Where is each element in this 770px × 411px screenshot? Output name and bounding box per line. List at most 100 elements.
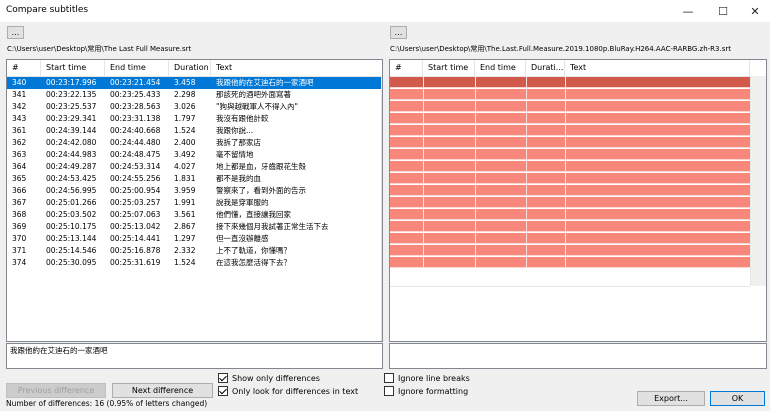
col-duration[interactable]: Durati...	[526, 60, 565, 76]
col-duration[interactable]: Duration	[169, 60, 211, 76]
table-row[interactable]: 340 00:23:17.996 00:23:21.454 3.458 我跟他約在艾迪石…	[7, 77, 382, 89]
cell-end-time: 00:24:40.668	[110, 126, 161, 135]
table-row[interactable]: 374 00:25:30.095 00:25:31.619 1.524 在這我怎麼活得下…	[7, 257, 382, 269]
right-vertical-scrollbar[interactable]	[750, 76, 766, 286]
cell-text: 在這我怎麼活得下去？	[216, 258, 291, 267]
column-divider	[423, 149, 424, 159]
col-text[interactable]: Text	[565, 60, 750, 76]
table-row[interactable]	[390, 245, 750, 256]
export-button[interactable]: Export...	[637, 391, 705, 406]
cell-text: "狗與越戰軍人不得入內"	[216, 102, 298, 111]
next-difference-button[interactable]: Next difference	[112, 383, 213, 398]
cell-start-time: 00:24:49.287	[46, 162, 97, 171]
table-row[interactable]	[390, 113, 750, 124]
checkbox-checked[interactable]	[218, 386, 228, 396]
column-divider	[526, 257, 527, 267]
cell-number: 342	[12, 102, 27, 111]
table-row[interactable]: 341 00:23:22.135 00:23:25.433 2.298 那該死的酒吧外面…	[7, 89, 382, 101]
cell-duration: 1.524	[174, 258, 196, 267]
right-subtitle-table[interactable]: # Start time End time Durati... Text	[389, 59, 767, 342]
maximize-button[interactable]: ☐	[708, 0, 738, 22]
table-row[interactable]	[390, 161, 750, 172]
table-row[interactable]	[390, 185, 750, 196]
checkbox-unchecked[interactable]	[384, 386, 394, 396]
close-button[interactable]: ✕	[740, 0, 770, 22]
column-divider	[475, 257, 476, 267]
column-divider	[475, 89, 476, 99]
checkbox-checked[interactable]	[218, 373, 228, 383]
table-row[interactable]	[390, 257, 750, 268]
table-row[interactable]	[390, 89, 750, 100]
table-row[interactable]: 342 00:23:25.537 00:23:28.563 3.026 "狗與越戰軍人不…	[7, 101, 382, 113]
right-horizontal-scrollbar[interactable]	[390, 286, 750, 287]
previous-difference-button[interactable]: Previous difference	[6, 383, 106, 398]
right-browse-button[interactable]: ...	[390, 26, 407, 39]
column-divider	[475, 185, 476, 195]
table-row[interactable]	[390, 125, 750, 136]
table-row[interactable]: 370 00:25:13.144 00:25:14.441 1.297 但一直沒辦離感	[7, 233, 382, 245]
column-divider	[475, 197, 476, 207]
cell-start-time: 00:23:29.341	[46, 114, 97, 123]
ignore-formatting-checkbox[interactable]: Ignore formatting	[384, 386, 468, 396]
left-vertical-scrollbar[interactable]	[381, 76, 382, 341]
table-row[interactable]	[390, 197, 750, 208]
col-start-time[interactable]: Start time	[423, 60, 475, 76]
left-subtitle-table[interactable]: # Start time End time Duration Text 340 0…	[6, 59, 383, 342]
table-row[interactable]: 365 00:24:53.425 00:24:55.256 1.831 都不是我的血	[7, 173, 382, 185]
cell-duration: 1.297	[174, 234, 196, 243]
table-row[interactable]: 343 00:23:29.341 00:23:31.138 1.797 我沒有跟他計較	[7, 113, 382, 125]
cell-end-time: 00:25:03.257	[110, 198, 161, 207]
cell-duration: 1.831	[174, 174, 196, 183]
column-divider	[565, 245, 566, 255]
checkbox-unchecked[interactable]	[384, 373, 394, 383]
column-divider	[565, 197, 566, 207]
only-look-text-checkbox[interactable]: Only look for differences in text	[218, 386, 358, 396]
column-divider	[526, 161, 527, 171]
column-divider	[526, 209, 527, 219]
table-row[interactable]	[390, 137, 750, 148]
table-row[interactable]	[390, 233, 750, 244]
col-end-time[interactable]: End time	[105, 60, 169, 76]
cell-start-time: 00:23:22.135	[46, 90, 97, 99]
col-number[interactable]: #	[390, 60, 423, 76]
column-divider	[565, 113, 566, 123]
table-row[interactable]: 364 00:24:49.287 00:24:53.314 4.027 地上都是血，牙齒…	[7, 161, 382, 173]
table-row[interactable]	[390, 77, 750, 88]
col-start-time[interactable]: Start time	[41, 60, 105, 76]
minimize-button[interactable]: —	[673, 0, 703, 22]
table-row[interactable]: 369 00:25:10.175 00:25:13.042 2.867 接下來幾個月我試…	[7, 221, 382, 233]
table-row[interactable]: 361 00:24:39.144 00:24:40.668 1.524 我跟你說...	[7, 125, 382, 137]
cell-text: 毫不留情地	[216, 150, 254, 159]
table-row[interactable]: 368 00:25:03.502 00:25:07.063 3.561 他們懂，直接讓我…	[7, 209, 382, 221]
table-row[interactable]	[390, 149, 750, 160]
table-row[interactable]: 371 00:25:14.546 00:25:16.878 2.332 上不了軌道，你懂…	[7, 245, 382, 257]
table-row[interactable]: 366 00:24:56.995 00:25:00.954 3.959 警察來了，看到外…	[7, 185, 382, 197]
table-row[interactable]	[390, 209, 750, 220]
show-only-differences-checkbox[interactable]: Show only differences	[218, 373, 320, 383]
window-title: Compare subtitles	[6, 5, 89, 15]
table-row[interactable]: 367 00:25:01.266 00:25:03.257 1.991 說我是穿軍服的	[7, 197, 382, 209]
table-row[interactable]	[390, 221, 750, 232]
table-row[interactable]: 362 00:24:42.080 00:24:44.480 2.400 我拆了那家店	[7, 137, 382, 149]
cell-duration: 1.797	[174, 114, 196, 123]
checkbox-label: Show only differences	[232, 373, 320, 383]
cell-start-time: 00:23:17.996	[46, 78, 97, 87]
col-text[interactable]: Text	[211, 60, 382, 76]
column-divider	[475, 137, 476, 147]
cell-number: 365	[12, 174, 27, 183]
ignore-line-breaks-checkbox[interactable]: Ignore line breaks	[384, 373, 470, 383]
cell-duration: 3.026	[174, 102, 196, 111]
left-browse-button[interactable]: ...	[7, 26, 24, 39]
table-row[interactable]	[390, 173, 750, 184]
right-file-path: C:\Users\user\Desktop\常用\The.Last.Full.M…	[390, 45, 731, 53]
col-number[interactable]: #	[7, 60, 41, 76]
column-divider	[565, 149, 566, 159]
col-end-time[interactable]: End time	[475, 60, 526, 76]
column-divider	[475, 77, 476, 87]
cell-number: 341	[12, 90, 27, 99]
cell-start-time: 00:25:03.502	[46, 210, 97, 219]
ok-button[interactable]: OK	[710, 391, 765, 406]
table-row[interactable]: 363 00:24:44.983 00:24:48.475 3.492 毫不留情地	[7, 149, 382, 161]
table-row[interactable]	[390, 101, 750, 112]
cell-text: 那該死的酒吧外面寫著	[216, 90, 291, 99]
